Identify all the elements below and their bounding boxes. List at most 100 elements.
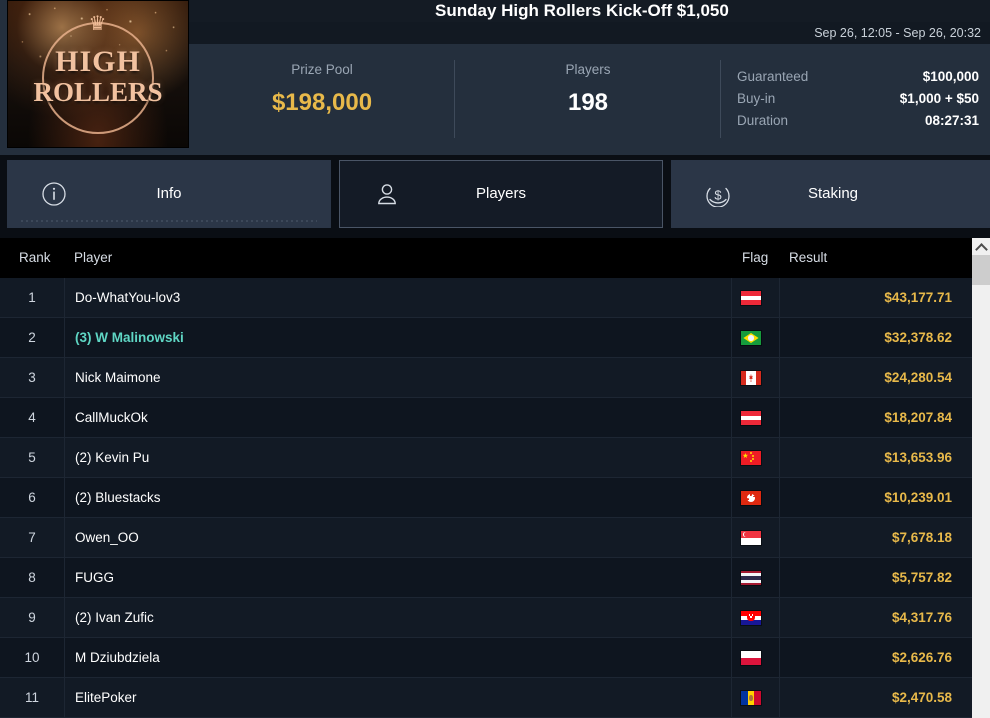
brazil-flag — [740, 330, 762, 346]
stat-row-buyin: Buy-in $1,000 + $50 — [737, 88, 979, 110]
cell-player[interactable]: M Dziubdziela — [64, 638, 160, 678]
cell-player[interactable]: (2) Bluestacks — [64, 478, 161, 518]
column-separator — [731, 318, 732, 358]
cell-result: $7,678.18 — [891, 530, 952, 545]
cell-result: $32,378.62 — [884, 330, 952, 345]
page-title: Sunday High Rollers Kick-Off $1,050 — [435, 1, 729, 20]
prize-pool-label: Prize Pool — [291, 62, 353, 77]
canada-flag — [740, 370, 762, 386]
cell-player[interactable]: Owen_OO — [64, 518, 139, 558]
table-row[interactable]: 5 (2) Kevin Pu $13,653.96 — [0, 438, 972, 478]
date-range-bar: Sep 26, 12:05 - Sep 26, 20:32 — [189, 22, 990, 44]
tab-staking-label: Staking — [807, 185, 859, 202]
logo-word-rollers: ROLLERS — [33, 77, 163, 107]
cell-player[interactable]: ElitePoker — [64, 678, 137, 718]
cell-result: $2,626.76 — [891, 650, 952, 665]
tab-info-underline — [21, 220, 317, 222]
tournament-logo: ♛ HIGH ROLLERS — [7, 0, 189, 148]
stats-strip: Prize Pool $198,000 Players 198 Guarante… — [189, 44, 990, 155]
tab-players[interactable]: Players — [339, 160, 663, 228]
column-header-rank[interactable]: Rank — [19, 238, 51, 278]
chevron-up-icon[interactable] — [972, 238, 990, 255]
china-flag — [740, 450, 762, 466]
column-header-player[interactable]: Player — [74, 238, 112, 278]
table-row[interactable]: 6 (2) Bluestacks $10,239.01 — [0, 478, 972, 518]
stat-row-guaranteed: Guaranteed $100,000 — [737, 66, 979, 88]
cell-player[interactable]: FUGG — [64, 558, 114, 598]
buyin-label: Buy-in — [737, 91, 776, 106]
table-row[interactable]: 4 CallMuckOk $18,207.84 — [0, 398, 972, 438]
guaranteed-label: Guaranteed — [737, 69, 809, 84]
cell-player[interactable]: Nick Maimone — [64, 358, 161, 398]
cell-rank: 8 — [28, 570, 36, 585]
cell-rank: 10 — [24, 650, 40, 665]
singapore-flag — [740, 530, 762, 546]
table-row[interactable]: 8 FUGG $5,757.82 — [0, 558, 972, 598]
cell-rank: 2 — [28, 330, 36, 345]
moldova-flag — [740, 690, 762, 706]
title-bar: Sunday High Rollers Kick-Off $1,050 — [189, 0, 990, 22]
cell-rank: 7 — [28, 530, 36, 545]
table-row[interactable]: 11 ElitePoker $2,470.58 — [0, 678, 972, 718]
column-separator — [731, 278, 732, 318]
table-row[interactable]: 3 Nick Maimone $24,280.54 — [0, 358, 972, 398]
column-separator — [731, 558, 732, 598]
cell-result: $5,757.82 — [891, 570, 952, 585]
table-row[interactable]: 7 Owen_OO $7,678.18 — [0, 518, 972, 558]
buyin-value: $1,000 + $50 — [899, 91, 979, 106]
cell-result: $43,177.71 — [884, 290, 952, 305]
table-body: 1 Do-WhatYou-lov3 $43,177.71 2 (3) W Malinow… — [0, 278, 972, 718]
players-value: 198 — [567, 89, 609, 116]
tournament-header: ♛ HIGH ROLLERS Sunday High Rollers Kick-… — [0, 0, 990, 155]
table-header-row: Rank Player Flag Result — [0, 238, 972, 278]
cell-rank: 4 — [28, 410, 36, 425]
column-separator — [731, 518, 732, 558]
duration-label: Duration — [737, 113, 789, 128]
duration-value: 08:27:31 — [924, 113, 979, 128]
column-separator — [731, 358, 732, 398]
tournament-date-range: Sep 26, 12:05 - Sep 26, 20:32 — [814, 26, 981, 40]
cell-rank: 6 — [28, 490, 36, 505]
table-scrollbar[interactable] — [972, 238, 990, 718]
players-label: Players — [565, 62, 611, 77]
cell-result: $13,653.96 — [884, 450, 952, 465]
cell-player[interactable]: CallMuckOk — [64, 398, 148, 438]
cell-player[interactable]: Do-WhatYou-lov3 — [64, 278, 180, 318]
cell-result: $18,207.84 — [884, 410, 952, 425]
cell-player[interactable]: (3) W Malinowski — [64, 318, 184, 358]
guaranteed-value: $100,000 — [922, 69, 979, 84]
column-header-result[interactable]: Result — [789, 238, 827, 278]
scrollbar-thumb[interactable] — [972, 255, 990, 285]
tab-players-label: Players — [475, 185, 527, 202]
table-row[interactable]: 10 M Dziubdziela $2,626.76 — [0, 638, 972, 678]
column-separator — [731, 478, 732, 518]
cell-rank: 1 — [28, 290, 36, 305]
austria-flag — [740, 410, 762, 426]
players-table: Rank Player Flag Result 1 Do-WhatYou-lov3… — [0, 238, 990, 718]
tab-bar: Info Players $ Staking — [0, 155, 990, 233]
stat-details: Guaranteed $100,000 Buy-in $1,000 + $50 … — [722, 44, 990, 155]
column-separator — [731, 638, 732, 678]
column-separator — [731, 438, 732, 478]
stat-players: Players 198 — [455, 44, 721, 155]
cell-player[interactable]: (2) Kevin Pu — [64, 438, 149, 478]
tab-info[interactable]: Info — [7, 160, 331, 228]
cell-result: $10,239.01 — [884, 490, 952, 505]
stat-divider — [720, 60, 721, 138]
cell-rank: 11 — [24, 690, 39, 705]
cell-result: $2,470.58 — [891, 690, 952, 705]
table-row[interactable]: 2 (3) W Malinowski $32,378.62 — [0, 318, 972, 358]
column-separator — [731, 678, 732, 718]
table-row[interactable]: 1 Do-WhatYou-lov3 $43,177.71 — [0, 278, 972, 318]
stat-row-duration: Duration 08:27:31 — [737, 110, 979, 132]
logo-word-high: HIGH — [55, 45, 141, 78]
column-header-flag[interactable]: Flag — [742, 238, 768, 278]
cell-result: $4,317.76 — [891, 610, 952, 625]
tab-info-label: Info — [156, 185, 182, 202]
tab-staking[interactable]: $ Staking — [671, 160, 990, 228]
tournament-window: ♛ HIGH ROLLERS Sunday High Rollers Kick-… — [0, 0, 990, 718]
table-row[interactable]: 9 (2) Ivan Zufic $4,317.76 — [0, 598, 972, 638]
cell-player[interactable]: (2) Ivan Zufic — [64, 598, 154, 638]
column-separator — [731, 398, 732, 438]
poland-flag — [740, 650, 762, 666]
